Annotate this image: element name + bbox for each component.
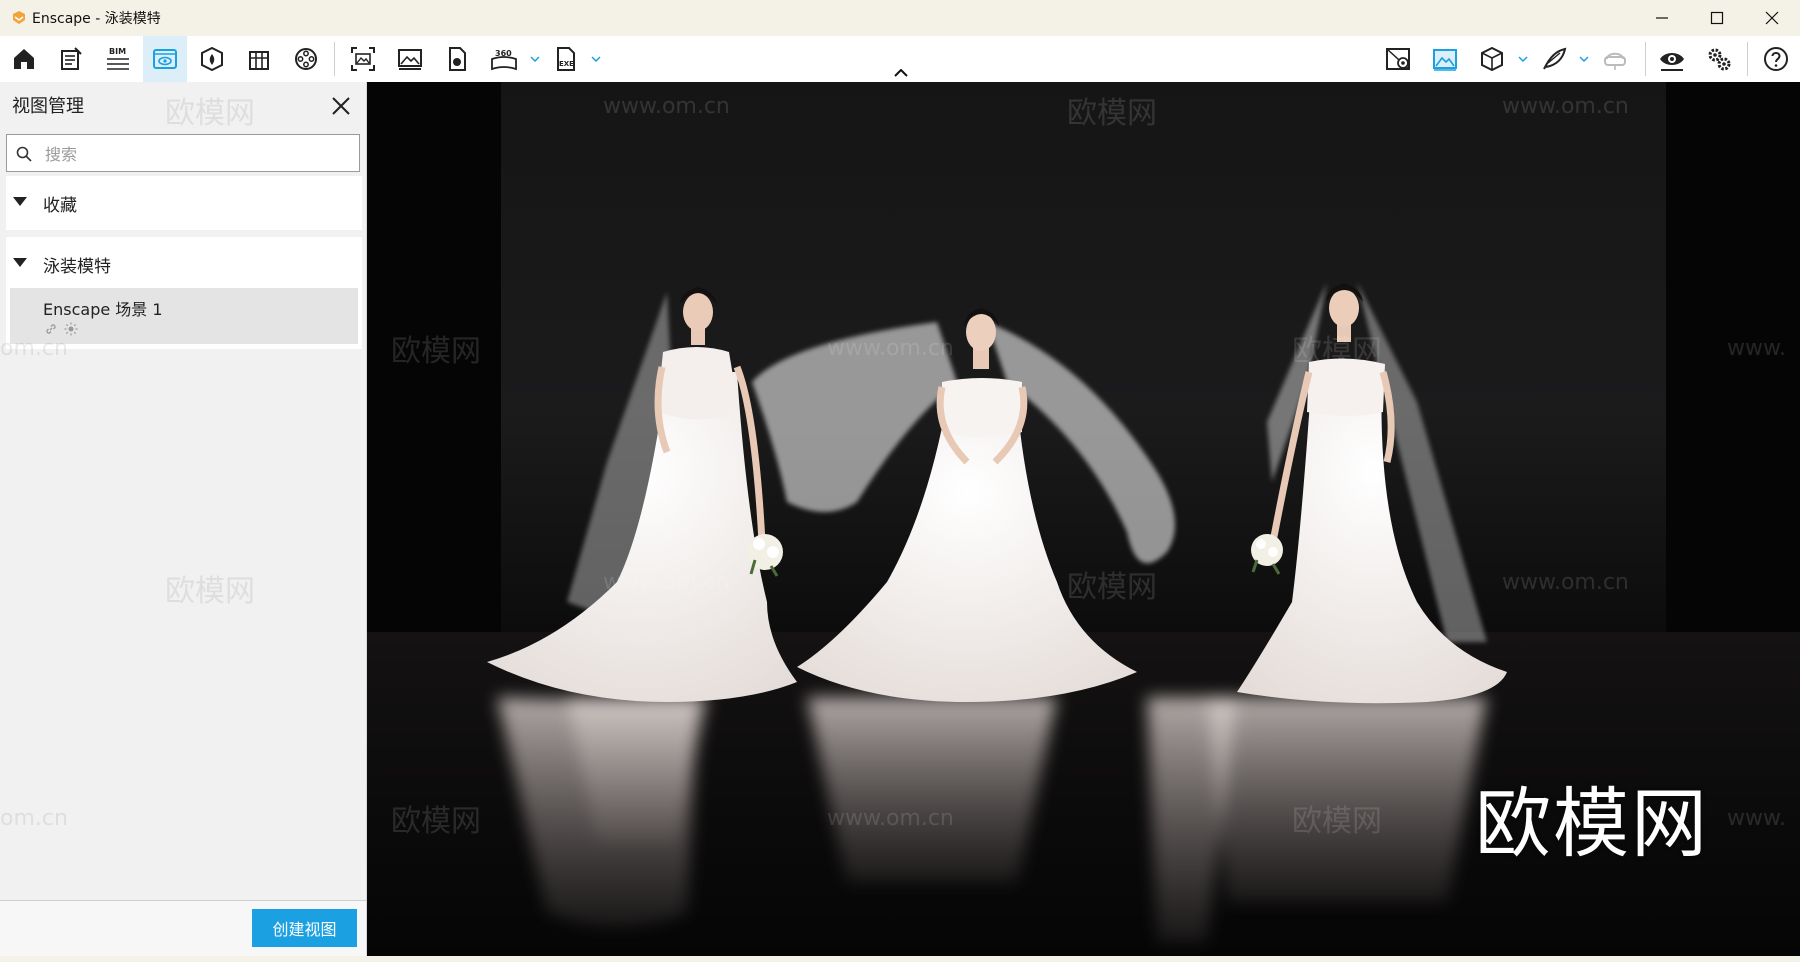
- image-export-button[interactable]: [388, 36, 432, 82]
- minimize-button[interactable]: [1635, 0, 1689, 36]
- watermark-text: 欧模网: [165, 574, 255, 609]
- enscape-logo-icon: [13, 11, 25, 24]
- panel-title: 视图管理: [12, 96, 84, 117]
- live-view-button[interactable]: [1650, 36, 1694, 82]
- window-bottom-border: [0, 956, 1800, 962]
- panorama-360-button[interactable]: 360: [482, 36, 526, 82]
- caret-down-icon: [13, 258, 27, 267]
- sun-icon: [64, 322, 78, 336]
- chevron-down-icon: [591, 56, 601, 62]
- help-icon: [1764, 47, 1788, 71]
- home-icon: [14, 49, 34, 69]
- search-icon: [16, 146, 32, 162]
- home-button[interactable]: [2, 36, 46, 82]
- watermark-text: 欧模网: [165, 96, 255, 131]
- title-bar: Enscape - 泳装模特: [0, 0, 1800, 36]
- view-item-scene-1[interactable]: Enscape 场景 1: [10, 288, 358, 344]
- cube-dropdown[interactable]: [1516, 36, 1530, 82]
- vr-headset-icon: [1604, 52, 1626, 70]
- screenshot-button[interactable]: [341, 36, 385, 82]
- help-button[interactable]: [1754, 36, 1798, 82]
- panorama-upload-icon: [449, 47, 466, 71]
- exe-export-icon: EXE: [557, 47, 575, 71]
- link-icon: [46, 324, 56, 334]
- feather-icon: [1543, 47, 1567, 70]
- map-pin-icon: [1386, 48, 1410, 70]
- svg-text:BIM: BIM: [109, 47, 126, 56]
- exe-export-button[interactable]: EXE: [544, 36, 588, 82]
- settings-gears-icon: [1708, 48, 1731, 71]
- building-icon: [249, 51, 269, 70]
- section-label: 泳装模特: [43, 257, 111, 277]
- capture-view-icon: [1433, 49, 1457, 71]
- view-item-name: Enscape 场景 1: [43, 300, 163, 319]
- image-export-icon: [398, 49, 422, 70]
- close-window-button[interactable]: [1745, 0, 1799, 36]
- chevron-down-icon: [1518, 56, 1528, 62]
- building-button[interactable]: [237, 36, 281, 82]
- create-view-button[interactable]: 创建视图: [252, 909, 357, 947]
- 360-panorama-icon: 360: [491, 49, 517, 71]
- screenshot-icon: [351, 47, 375, 71]
- brand-watermark: 欧模网: [1475, 779, 1709, 868]
- panorama-dropdown[interactable]: [528, 36, 542, 82]
- close-panel-button[interactable]: [329, 94, 353, 118]
- toolbar-separator: [1645, 42, 1646, 76]
- vr-headset-button[interactable]: [1593, 36, 1637, 82]
- cube-view-button[interactable]: [1470, 36, 1514, 82]
- close-icon: [332, 97, 350, 115]
- watermark-url: om.cn: [0, 806, 68, 831]
- section-label: 收藏: [43, 196, 77, 216]
- video-editor-button[interactable]: [284, 36, 328, 82]
- bim-icon: BIM: [107, 47, 129, 70]
- settings-button[interactable]: [1697, 36, 1741, 82]
- window-title: Enscape - 泳装模特: [32, 11, 161, 27]
- feather-button[interactable]: [1532, 36, 1576, 82]
- collapse-toolbar-button[interactable]: [893, 66, 909, 80]
- maximize-button[interactable]: [1690, 0, 1744, 36]
- maximize-icon: [1710, 11, 1724, 25]
- svg-text:EXE: EXE: [559, 60, 574, 68]
- caret-down-icon: [13, 197, 27, 206]
- toolbar-separator: [1747, 42, 1748, 76]
- close-icon: [1765, 11, 1779, 25]
- render-viewport[interactable]: www.om.cn 欧模网 www.om.cn 欧模网 www.om.cn 欧模…: [367, 82, 1800, 956]
- video-reel-icon: [295, 48, 317, 70]
- minimize-icon: [1656, 17, 1668, 19]
- eye-icon: [1660, 53, 1684, 71]
- chevron-up-icon: [894, 69, 908, 77]
- visual-settings-icon: [153, 49, 177, 69]
- panel-footer: 创建视图: [0, 900, 366, 957]
- feather-dropdown[interactable]: [1577, 36, 1591, 82]
- search-input[interactable]: [43, 139, 347, 169]
- search-box: [6, 134, 360, 172]
- asset-library-icon: [201, 46, 223, 72]
- chevron-down-icon: [530, 56, 540, 62]
- view-management-button[interactable]: [143, 36, 187, 82]
- section-favorites[interactable]: 收藏: [6, 176, 362, 230]
- chevron-down-icon: [1579, 56, 1589, 62]
- capture-view-button[interactable]: [1423, 36, 1467, 82]
- bim-button[interactable]: BIM: [96, 36, 140, 82]
- cube-icon: [1481, 46, 1503, 72]
- exe-dropdown[interactable]: [589, 36, 603, 82]
- notes-button[interactable]: [49, 36, 93, 82]
- asset-library-button[interactable]: [190, 36, 234, 82]
- toolbar-separator: [334, 42, 335, 76]
- view-management-panel: 视图管理 收藏 泳装模特 Enscape 场景 1 欧模网 om.cn 欧模网 …: [0, 82, 367, 957]
- notes-icon: [61, 47, 82, 70]
- panorama-upload-button[interactable]: [435, 36, 479, 82]
- map-button[interactable]: [1376, 36, 1420, 82]
